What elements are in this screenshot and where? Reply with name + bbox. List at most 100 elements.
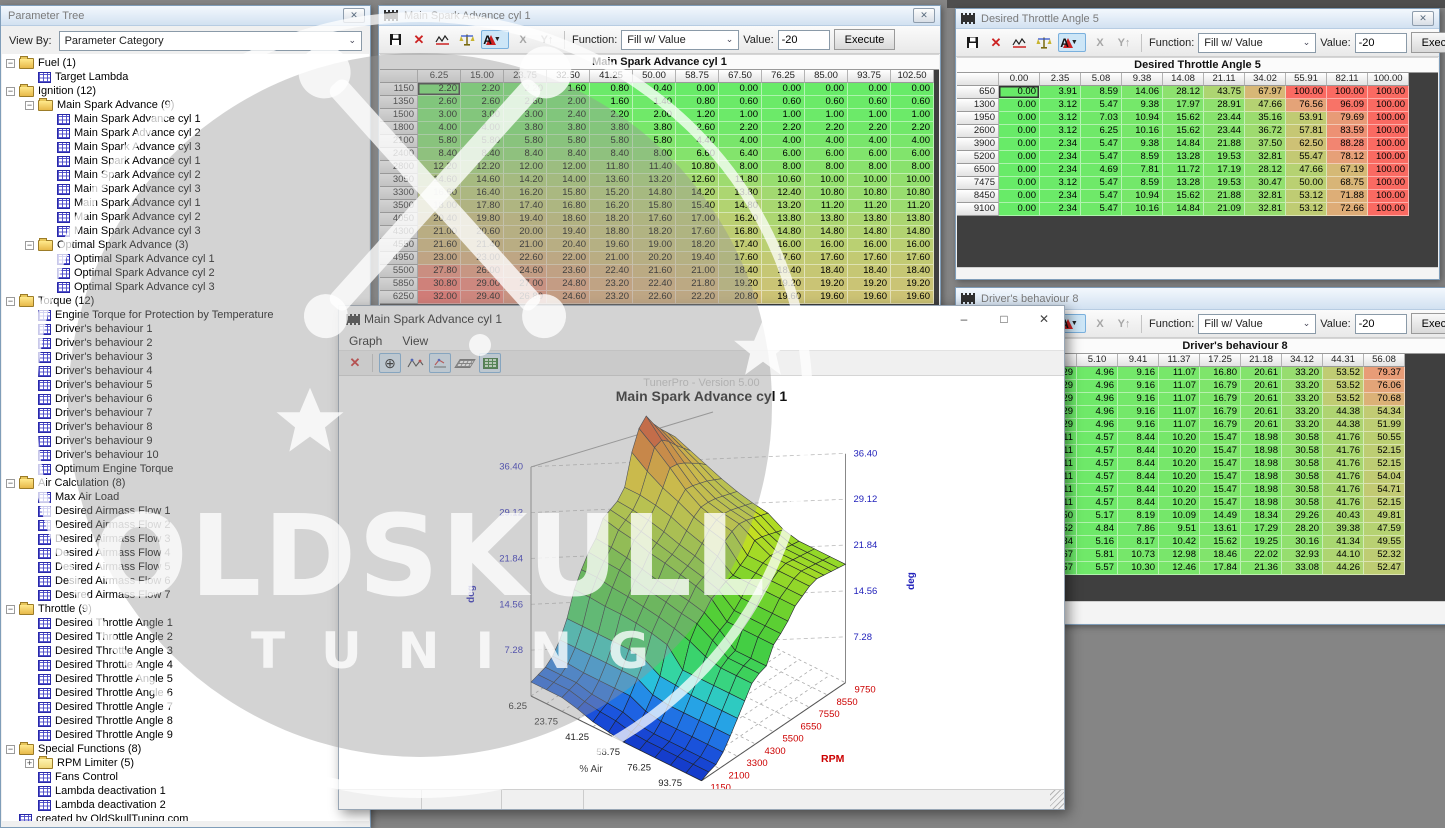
- table-cell[interactable]: 16.79: [1200, 380, 1241, 393]
- table-cell[interactable]: 100.00: [1368, 86, 1409, 99]
- table-cell[interactable]: 3.80: [504, 122, 547, 135]
- table-cell[interactable]: 70.68: [1364, 393, 1405, 406]
- table-cell[interactable]: 20.80: [719, 291, 762, 304]
- tree-expander-icon[interactable]: −: [6, 605, 15, 614]
- table-cell[interactable]: 19.20: [891, 278, 934, 291]
- table-cell[interactable]: 1.00: [719, 109, 762, 122]
- table-cell[interactable]: 68.75: [1327, 177, 1368, 190]
- table-cell[interactable]: 52.47: [1364, 562, 1405, 575]
- table-cell[interactable]: 88.28: [1327, 138, 1368, 151]
- table-cell[interactable]: 19.60: [891, 291, 934, 304]
- table-cell[interactable]: 8.40: [461, 148, 504, 161]
- table-cell[interactable]: 3.12: [1040, 125, 1081, 138]
- table-cell[interactable]: 10.20: [1159, 445, 1200, 458]
- table-cell[interactable]: 11.20: [891, 200, 934, 213]
- table-cell[interactable]: 20.61: [1241, 393, 1282, 406]
- table-cell[interactable]: 1.40: [633, 96, 676, 109]
- table-cell[interactable]: 15.47: [1200, 445, 1241, 458]
- table-cell[interactable]: 100.00: [1368, 99, 1409, 112]
- table-cell[interactable]: 11.07: [1159, 419, 1200, 432]
- table-cell[interactable]: 5.16: [1077, 536, 1118, 549]
- table-cell[interactable]: 1.00: [805, 109, 848, 122]
- close-icon[interactable]: ✕: [343, 8, 365, 23]
- table-cell[interactable]: 9.16: [1118, 367, 1159, 380]
- tree-item[interactable]: Fans Control: [2, 770, 369, 784]
- table-cell[interactable]: 32.81: [1245, 203, 1286, 216]
- table-cell[interactable]: 4.00: [762, 135, 805, 148]
- table-cell[interactable]: 2.20: [461, 83, 504, 96]
- execute-button[interactable]: Execute: [1411, 32, 1445, 53]
- table-cell[interactable]: 20.20: [633, 252, 676, 265]
- table-cell[interactable]: 22.20: [676, 291, 719, 304]
- row-header[interactable]: 4950: [380, 252, 418, 265]
- tree-item[interactable]: Desired Throttle Angle 6: [2, 686, 369, 700]
- execute-button[interactable]: Execute: [834, 29, 896, 50]
- table-cell[interactable]: 96.09: [1327, 99, 1368, 112]
- table-cell[interactable]: 72.66: [1327, 203, 1368, 216]
- table-cell[interactable]: 10.30: [1118, 562, 1159, 575]
- table-cell[interactable]: 30.58: [1282, 471, 1323, 484]
- table-cell[interactable]: 30.80: [418, 278, 461, 291]
- table-cell[interactable]: 10.80: [805, 187, 848, 200]
- table-cell[interactable]: 55.47: [1286, 151, 1327, 164]
- tree-item[interactable]: Lambda deactivation 2: [2, 798, 369, 812]
- table-cell[interactable]: 3.80: [590, 122, 633, 135]
- table-cell[interactable]: 21.00: [676, 265, 719, 278]
- table-cell[interactable]: 17.00: [676, 213, 719, 226]
- tree-item[interactable]: −Throttle (9): [2, 602, 369, 616]
- table-cell[interactable]: 23.00: [461, 252, 504, 265]
- table-cell[interactable]: 18.34: [1241, 510, 1282, 523]
- table-cell[interactable]: 3.12: [1040, 177, 1081, 190]
- table-cell[interactable]: 12.98: [1159, 549, 1200, 562]
- table-cell[interactable]: 28.12: [1245, 164, 1286, 177]
- table-cell[interactable]: 18.20: [633, 226, 676, 239]
- table-cell[interactable]: 24.60: [504, 265, 547, 278]
- table-cell[interactable]: 100.00: [1368, 125, 1409, 138]
- table-cell[interactable]: 13.80: [719, 187, 762, 200]
- table-cell[interactable]: 19.20: [805, 278, 848, 291]
- table-cell[interactable]: 2.34: [1040, 151, 1081, 164]
- table-cell[interactable]: 5.80: [547, 135, 590, 148]
- table-cell[interactable]: 18.98: [1241, 458, 1282, 471]
- table-cell[interactable]: 20.40: [547, 239, 590, 252]
- menu-graph[interactable]: Graph: [349, 334, 382, 348]
- table-cell[interactable]: 2.40: [547, 109, 590, 122]
- table-cell[interactable]: 27.00: [504, 278, 547, 291]
- col-header[interactable]: 0.00: [999, 73, 1040, 86]
- view-by-select[interactable]: Parameter Category ⌄: [59, 31, 362, 51]
- table-cell[interactable]: 53.12: [1286, 190, 1327, 203]
- col-header[interactable]: 15.00: [461, 70, 504, 83]
- table-cell[interactable]: 19.40: [676, 252, 719, 265]
- table-cell[interactable]: 53.52: [1323, 393, 1364, 406]
- table-cell[interactable]: 18.98: [1241, 471, 1282, 484]
- tree-expander-icon[interactable]: −: [6, 297, 15, 306]
- table-cell[interactable]: 33.20: [1282, 419, 1323, 432]
- col-header[interactable]: 76.25: [762, 70, 805, 83]
- close-icon[interactable]: ✕: [913, 8, 935, 23]
- table-cell[interactable]: 30.58: [1282, 484, 1323, 497]
- value-input[interactable]: [1355, 33, 1407, 53]
- table-cell[interactable]: 67.97: [1245, 86, 1286, 99]
- table-cell[interactable]: 0.00: [999, 177, 1040, 190]
- table-cell[interactable]: 10.20: [1159, 458, 1200, 471]
- table-cell[interactable]: 43.75: [1204, 86, 1245, 99]
- table-cell[interactable]: 10.20: [1159, 497, 1200, 510]
- table-cell[interactable]: 11.07: [1159, 393, 1200, 406]
- col-header[interactable]: 2.35: [1040, 73, 1081, 86]
- tree-item[interactable]: Desired Throttle Angle 4: [2, 658, 369, 672]
- table-cell[interactable]: 15.80: [633, 200, 676, 213]
- table-cell[interactable]: 50.00: [1286, 177, 1327, 190]
- table-cell[interactable]: 10.80: [676, 161, 719, 174]
- tree-item[interactable]: −Ignition (12): [2, 84, 369, 98]
- table-cell[interactable]: 39.38: [1323, 523, 1364, 536]
- table-cell[interactable]: 22.60: [633, 291, 676, 304]
- tree-item[interactable]: −Special Functions (8): [2, 742, 369, 756]
- row-header[interactable]: 2100: [380, 135, 418, 148]
- table-cell[interactable]: 0.00: [999, 190, 1040, 203]
- table-cell[interactable]: 5.47: [1081, 177, 1122, 190]
- table-cell[interactable]: 100.00: [1327, 86, 1368, 99]
- row-header[interactable]: 2400: [380, 148, 418, 161]
- table-cell[interactable]: 11.40: [633, 161, 676, 174]
- table-cell[interactable]: 10.16: [1122, 203, 1163, 216]
- table-cell[interactable]: 0.00: [891, 83, 934, 96]
